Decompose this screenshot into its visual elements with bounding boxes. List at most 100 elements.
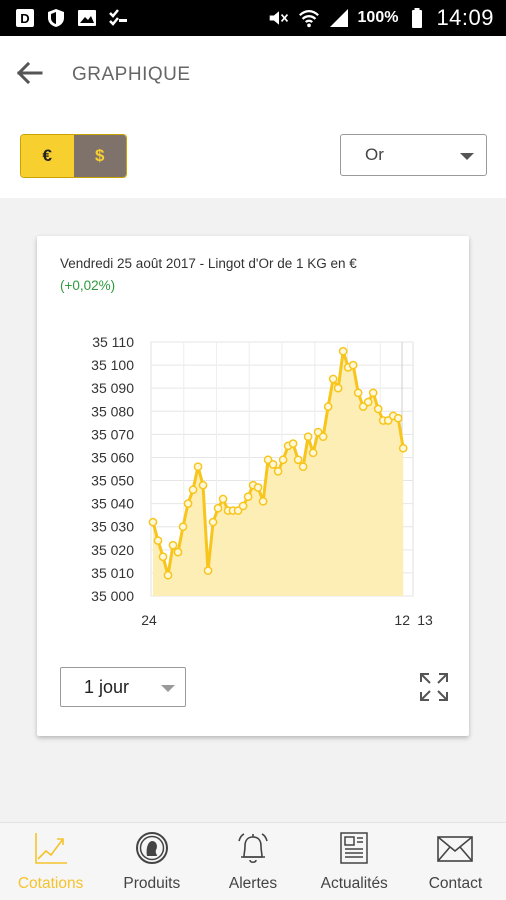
bottom-navigation: Cotations Produits Alertes Actualités Co… [0, 822, 506, 900]
y-tick-label: 35 110 [92, 334, 134, 350]
fullscreen-button[interactable] [419, 672, 449, 702]
wifi-icon [298, 7, 320, 29]
chart-point [368, 388, 378, 398]
chart-point [338, 346, 348, 356]
y-tick-label: 35 040 [91, 496, 134, 512]
page-title: GRAPHIQUE [72, 64, 191, 85]
image-icon [76, 7, 98, 29]
chart-point [238, 501, 248, 511]
chart-point [173, 547, 183, 557]
shield-icon [45, 7, 67, 29]
app-bar: GRAPHIQUE € $ Or [0, 36, 506, 198]
chart-point [193, 462, 203, 472]
chart-point [213, 503, 223, 513]
status-bar: D 100% 14:09 [0, 0, 506, 36]
chart-point [203, 566, 213, 575]
chevron-down-icon [161, 685, 175, 692]
chart-point [353, 388, 363, 398]
nav-label: Actualités [320, 875, 388, 892]
signal-icon [328, 7, 350, 29]
chart-point [303, 432, 313, 442]
chart-point [168, 540, 178, 550]
chart-point [148, 517, 158, 527]
y-tick-label: 35 070 [91, 426, 134, 442]
chart-point [253, 483, 263, 492]
nav-item-cotations[interactable]: Cotations [0, 823, 101, 900]
y-tick-label: 35 010 [91, 565, 134, 581]
chart-point [328, 374, 338, 384]
chart-point [318, 432, 328, 442]
x-tick-label: 12 [394, 612, 410, 628]
newspaper-icon [340, 832, 368, 864]
back-arrow-icon [16, 61, 43, 85]
coin-icon [135, 832, 168, 864]
chart-point [363, 397, 373, 407]
chart-point [198, 480, 208, 490]
price-chart[interactable]: 35 000 35 010 35 020 35 030 35 040 35 050 35 0… [37, 236, 469, 656]
x-tick-label: 24 [141, 612, 157, 628]
chart-point [308, 448, 318, 458]
y-tick-label: 35 090 [91, 380, 134, 396]
clock: 14:09 [436, 5, 494, 30]
chart-point [268, 460, 278, 469]
chart-point [288, 439, 298, 448]
y-tick-label: 35 060 [91, 449, 134, 465]
nav-label: Alertes [228, 875, 278, 892]
nav-item-alertes[interactable]: Alertes [202, 823, 303, 900]
chart-point [323, 402, 333, 412]
checklist-icon [107, 7, 129, 29]
chart-point [153, 536, 163, 545]
back-button[interactable] [12, 56, 46, 90]
chart-point [278, 455, 288, 465]
chart-point [373, 404, 383, 414]
nav-item-contact[interactable]: Contact [405, 823, 506, 900]
chart-point [293, 455, 303, 465]
metal-select-value: Or [365, 145, 384, 164]
chevron-down-icon [460, 153, 474, 160]
currency-dollar-button[interactable]: $ [73, 135, 126, 177]
chart-point [243, 492, 253, 502]
chart-point [218, 494, 228, 504]
envelope-icon [437, 836, 474, 862]
y-tick-label: 35 050 [91, 473, 134, 489]
chart-point [298, 462, 308, 472]
chart-point [163, 570, 173, 580]
bell-icon [238, 833, 268, 864]
period-select[interactable]: 1 jour [60, 667, 186, 707]
y-tick-label: 35 000 [91, 588, 134, 604]
y-tick-label: 35 020 [91, 542, 134, 558]
chart-point [158, 552, 168, 562]
mute-icon [268, 7, 290, 29]
currency-euro-button[interactable]: € [21, 135, 74, 177]
nav-label: Contact [428, 875, 483, 892]
y-tick-label: 35 080 [91, 403, 134, 419]
chart-point [273, 466, 283, 476]
battery-icon [406, 7, 428, 29]
period-select-value: 1 jour [84, 677, 130, 697]
currency-toggle: € $ [20, 134, 127, 178]
expand-icon [420, 673, 448, 701]
chart-point [398, 443, 408, 453]
nav-item-actualites[interactable]: Actualités [304, 823, 405, 900]
y-tick-label: 35 030 [91, 519, 134, 535]
nav-item-produits[interactable]: Produits [101, 823, 202, 900]
chart-point [178, 522, 188, 532]
notification-icons: D [14, 7, 129, 29]
metal-select[interactable]: Or [340, 134, 487, 176]
x-tick-label: 13 [417, 612, 433, 628]
battery-percent: 100% [357, 9, 399, 26]
y-tick-label: 35 100 [91, 357, 134, 373]
svg-text:D: D [20, 11, 29, 26]
chart-point [188, 485, 198, 495]
chart-point [183, 499, 193, 508]
chart-point [348, 360, 358, 370]
chart-icon [34, 833, 67, 864]
nav-label: Cotations [17, 875, 84, 892]
chart-point [258, 496, 268, 506]
app-notification-icon: D [14, 7, 36, 29]
chart-point [333, 383, 343, 393]
chart-point [208, 517, 218, 527]
chart-point [393, 413, 403, 423]
chart-card: Vendredi 25 août 2017 - Lingot d'Or de 1… [37, 236, 469, 736]
nav-label: Produits [123, 875, 181, 892]
